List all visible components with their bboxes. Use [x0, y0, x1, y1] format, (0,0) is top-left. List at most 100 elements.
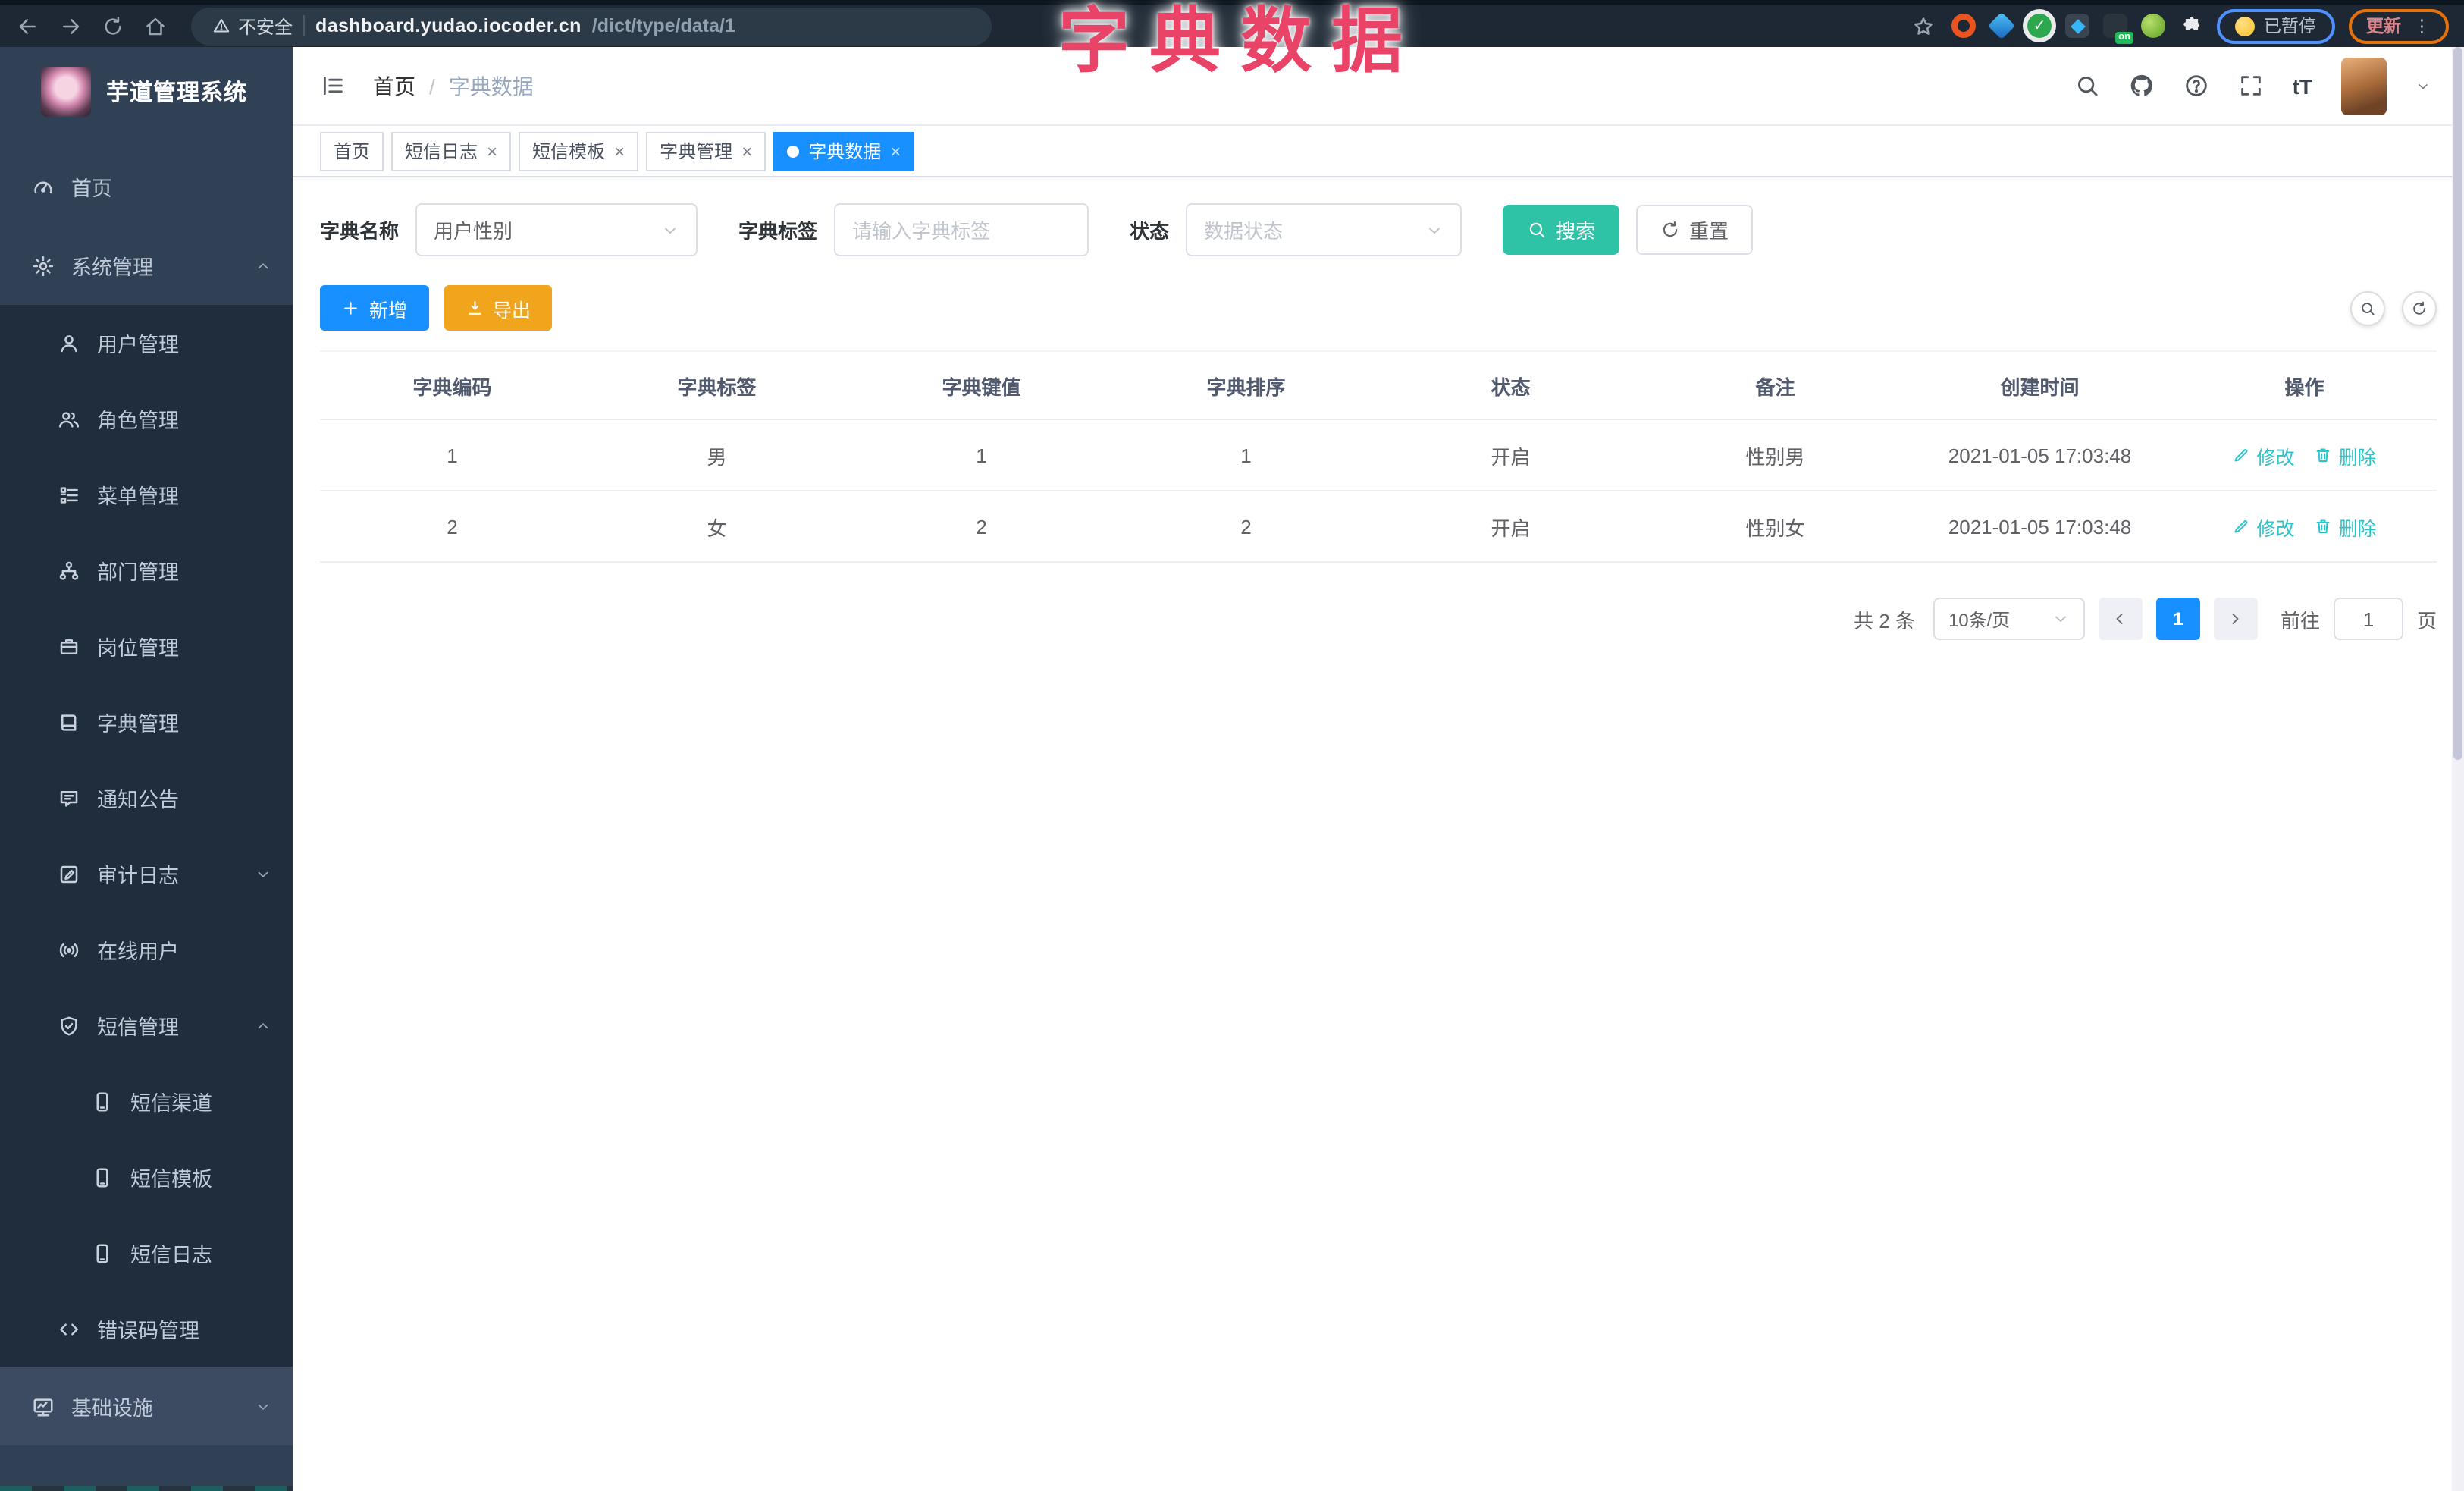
- reset-button[interactable]: 重置: [1636, 205, 1754, 255]
- chevron-down-icon: [255, 1398, 271, 1414]
- audit-log-icon: [58, 862, 80, 885]
- search-icon[interactable]: [2074, 73, 2100, 99]
- extension-orange-ring-icon[interactable]: [1951, 14, 1976, 38]
- sidebar-item-label: 角色管理: [97, 410, 179, 432]
- scrollbar-thumb[interactable]: [2453, 47, 2462, 760]
- github-icon[interactable]: [2129, 73, 2155, 99]
- sidebar-item-label: 菜单管理: [97, 485, 179, 508]
- browser-menu-icon[interactable]: ⋮: [2413, 15, 2431, 36]
- tab-短信日志[interactable]: 短信日志 ×: [391, 131, 512, 171]
- sidebar-item[interactable]: 部门管理: [0, 532, 293, 608]
- tab-首页[interactable]: 首页: [320, 131, 384, 171]
- sidebar-item[interactable]: 菜单管理: [0, 457, 293, 532]
- sidebar-item[interactable]: 通知公告: [0, 760, 293, 836]
- breadcrumb-home[interactable]: 首页: [373, 71, 415, 101]
- paused-profile-pill[interactable]: 已暂停: [2217, 8, 2334, 43]
- delete-link[interactable]: 删除: [2315, 512, 2377, 541]
- sidebar-item[interactable]: 基础设施: [0, 1367, 293, 1445]
- menu-list-icon: [58, 483, 80, 506]
- sidebar-item-label: 在线用户: [97, 940, 179, 963]
- app-logo-row[interactable]: 芋道管理系统: [0, 47, 293, 135]
- dict-label-input[interactable]: 请输入字典标签: [834, 203, 1089, 256]
- browser-reload-icon[interactable]: [94, 8, 130, 44]
- goto-label: 前往: [2280, 609, 2320, 632]
- close-tab-icon[interactable]: ×: [890, 142, 901, 160]
- address-bar[interactable]: 不安全 dashboard.yudao.iocoder.cn/dict/type…: [191, 7, 992, 45]
- trash-icon: [2315, 517, 2333, 535]
- next-page-button[interactable]: [2213, 598, 2258, 640]
- breadcrumb: 首页 / 字典数据: [373, 71, 534, 101]
- dashboard-icon: [32, 175, 55, 198]
- sidebar-item[interactable]: 短信日志: [0, 1215, 293, 1291]
- extension-green-icon[interactable]: [2141, 14, 2165, 38]
- status-select[interactable]: 数据状态: [1186, 203, 1462, 256]
- extension-green-check-icon[interactable]: ✓: [2027, 14, 2052, 38]
- sidebar-item[interactable]: 岗位管理: [0, 608, 293, 684]
- chevron-down-icon: [255, 865, 271, 882]
- edit-link[interactable]: 修改: [2232, 441, 2295, 469]
- sidebar-item-label: 字典管理: [97, 713, 179, 736]
- close-tab-icon[interactable]: ×: [614, 142, 625, 160]
- chevron-down-icon[interactable]: [2415, 78, 2431, 93]
- sidebar-item[interactable]: 审计日志: [0, 836, 293, 912]
- trash-icon: [2315, 446, 2333, 464]
- security-warning[interactable]: 不安全: [212, 13, 293, 39]
- pencil-icon: [2232, 446, 2250, 464]
- add-button[interactable]: 新增: [320, 285, 429, 331]
- sidebar-item[interactable]: 字典管理: [0, 684, 293, 760]
- fullscreen-icon[interactable]: [2238, 73, 2264, 99]
- cell-status: 开启: [1378, 419, 1643, 491]
- extension-blue-gem-icon[interactable]: [1987, 11, 2016, 40]
- goto-page-input[interactable]: [2333, 598, 2403, 640]
- sidebar-item[interactable]: 短信管理: [0, 987, 293, 1063]
- user-avatar[interactable]: [2341, 57, 2387, 115]
- export-button[interactable]: 导出: [444, 285, 553, 331]
- update-browser-pill[interactable]: 更新 ⋮: [2348, 8, 2449, 43]
- tab-label: 字典管理: [660, 141, 733, 162]
- search-button[interactable]: 搜索: [1503, 205, 1620, 255]
- page-scrollbar[interactable]: [2452, 47, 2464, 1491]
- phone-icon: [91, 1241, 114, 1264]
- column-header: 字典键值: [849, 350, 1114, 420]
- chevron-up-icon: [255, 257, 271, 274]
- table-row: 2 女 2 2 开启 性别女 2021-01-05 17:03:48 修改 删除: [320, 491, 2437, 563]
- extension-slider-icon[interactable]: [2065, 14, 2089, 38]
- sidebar-item[interactable]: 短信模板: [0, 1139, 293, 1215]
- tab-短信模板[interactable]: 短信模板 ×: [519, 131, 639, 171]
- extension-proxy-icon[interactable]: on: [2103, 14, 2133, 44]
- prev-page-button[interactable]: [2098, 598, 2143, 640]
- security-label: 不安全: [238, 16, 293, 37]
- dict-name-select[interactable]: 用户性别: [415, 203, 698, 256]
- overlay-page-title: 字典数据: [1058, 0, 1422, 80]
- tab-字典数据[interactable]: 字典数据 ×: [773, 131, 915, 171]
- tab-label: 首页: [334, 141, 371, 162]
- tab-字典管理[interactable]: 字典管理 ×: [646, 131, 766, 171]
- sidebar-item[interactable]: 用户管理: [0, 305, 293, 381]
- help-icon[interactable]: [2183, 73, 2209, 99]
- toggle-search-button[interactable]: [2350, 290, 2385, 325]
- close-tab-icon[interactable]: ×: [741, 142, 752, 160]
- refresh-icon: [1660, 220, 1680, 240]
- font-size-icon[interactable]: tT: [2293, 74, 2312, 98]
- browser-back-icon[interactable]: [9, 8, 45, 44]
- edit-link[interactable]: 修改: [2232, 512, 2295, 541]
- column-header: 备注: [1643, 350, 1908, 420]
- browser-forward-icon[interactable]: [52, 8, 88, 44]
- sidebar-item[interactable]: 短信渠道: [0, 1063, 293, 1139]
- sidebar-item[interactable]: 错误码管理: [0, 1291, 293, 1367]
- extensions-puzzle-icon[interactable]: [2179, 14, 2203, 38]
- bookmark-star-icon[interactable]: [1908, 11, 1938, 41]
- page-1-button[interactable]: 1: [2155, 598, 2200, 640]
- page-size-select[interactable]: 10条/页: [1933, 598, 2085, 640]
- sidebar-item[interactable]: 首页: [0, 147, 293, 226]
- sidebar-item[interactable]: 在线用户: [0, 912, 293, 987]
- warning-icon: [212, 17, 230, 35]
- close-tab-icon[interactable]: ×: [487, 142, 497, 160]
- browser-home-icon[interactable]: [136, 8, 173, 44]
- sidebar-item[interactable]: 系统管理: [0, 226, 293, 305]
- delete-link[interactable]: 删除: [2315, 441, 2377, 469]
- collapse-sidebar-icon[interactable]: [320, 73, 346, 99]
- refresh-table-button[interactable]: [2402, 290, 2437, 325]
- app-logo: [41, 66, 91, 116]
- sidebar-item[interactable]: 角色管理: [0, 381, 293, 457]
